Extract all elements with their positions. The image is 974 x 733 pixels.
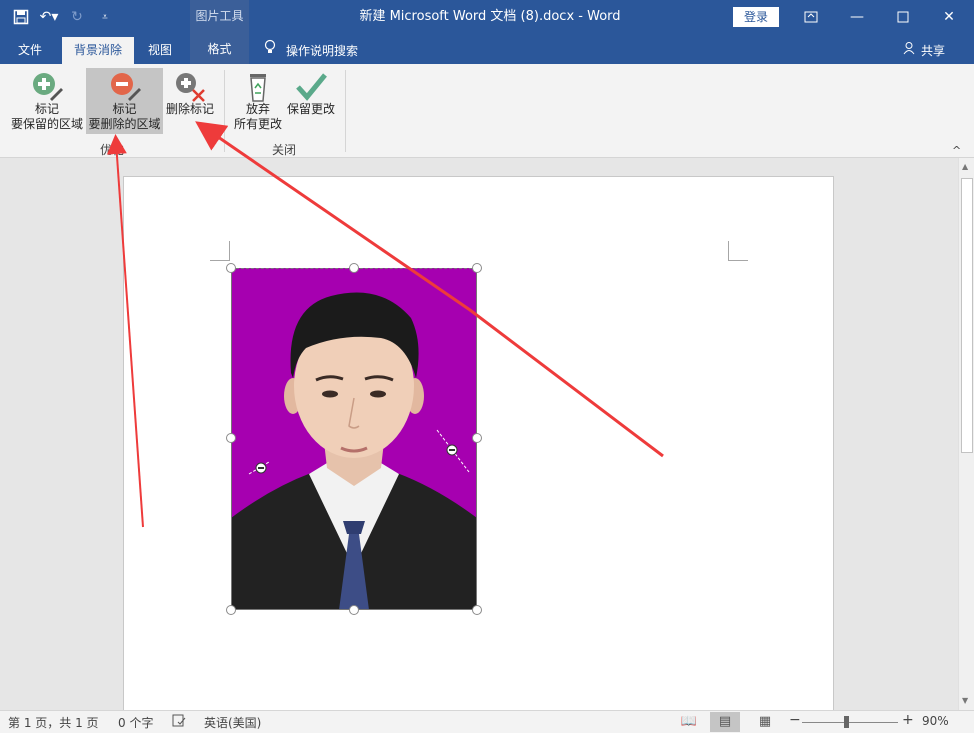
keep-changes-label: 保留更改 — [286, 102, 335, 116]
delete-mark-label: 删除标记 — [165, 102, 214, 116]
tab-file[interactable]: 文件 — [8, 37, 52, 64]
mark-keep-line1: 标记 — [34, 102, 59, 116]
mark-remove-line1: 标记 — [112, 102, 137, 116]
word-count[interactable]: 0 个字 — [118, 714, 153, 731]
document-page[interactable] — [123, 176, 834, 710]
delete-mark-icon — [176, 73, 205, 102]
zoom-slider-thumb[interactable] — [844, 716, 849, 728]
title-bar: ↶▾ ↻ ⩡ 图片工具 新建 Microsoft Word 文档 (8).doc… — [0, 0, 974, 34]
language-indicator[interactable]: 英语(美国) — [204, 714, 261, 731]
tab-format[interactable]: 格式 — [190, 34, 249, 64]
collapse-ribbon-icon[interactable]: ^ — [952, 144, 961, 157]
proofing-icon[interactable] — [172, 714, 186, 730]
redo-icon[interactable]: ↻ — [66, 6, 88, 28]
login-button[interactable]: 登录 — [733, 7, 779, 27]
ribbon: 标记 要保留的区域 标记 要删除的区域 删除标记 优化 放弃 所有更改 保留更改… — [0, 64, 974, 158]
share-button[interactable]: 共享 — [903, 37, 945, 64]
print-layout-icon[interactable]: ▤ — [710, 712, 740, 732]
quick-access-toolbar: ↶▾ ↻ ⩡ — [10, 6, 116, 28]
person-icon — [903, 38, 917, 64]
discard-all-changes-button[interactable]: 放弃 所有更改 — [232, 68, 284, 134]
read-mode-icon[interactable]: 📖 — [674, 712, 704, 732]
delete-mark-button[interactable]: 删除标记 — [163, 68, 217, 134]
resize-handle[interactable] — [472, 433, 482, 443]
ribbon-tab-bar: 文件 背景消除 视图 格式 操作说明搜索 共享 — [0, 34, 974, 64]
group-label-refine: 优化 — [99, 143, 124, 157]
resize-handle[interactable] — [349, 263, 359, 273]
resize-handle[interactable] — [226, 263, 236, 273]
share-label: 共享 — [921, 43, 946, 58]
tab-view[interactable]: 视图 — [138, 37, 182, 64]
portrait-photo[interactable] — [231, 268, 477, 610]
group-separator — [345, 70, 346, 152]
tell-me-label: 操作说明搜索 — [286, 43, 359, 58]
close-icon[interactable]: ✕ — [926, 0, 972, 34]
margin-corner-mark — [210, 241, 230, 261]
ribbon-display-icon[interactable] — [788, 0, 834, 34]
resize-handle[interactable] — [226, 605, 236, 615]
zoom-slider[interactable] — [802, 722, 898, 723]
resize-handle[interactable] — [472, 605, 482, 615]
document-title: 新建 Microsoft Word 文档 (8).docx - Word — [359, 9, 621, 24]
resize-handle[interactable] — [226, 433, 236, 443]
zoom-out-icon[interactable]: − — [789, 712, 801, 728]
group-separator — [224, 70, 225, 152]
lightbulb-icon — [264, 38, 276, 64]
plus-pencil-icon — [33, 73, 63, 101]
minimize-icon[interactable]: — — [834, 0, 880, 34]
mark-keep-line2: 要保留的区域 — [10, 117, 83, 131]
discard-line2: 所有更改 — [233, 117, 282, 131]
save-icon[interactable] — [10, 6, 32, 28]
customize-qat-icon[interactable]: ⩡ — [94, 6, 116, 28]
recycle-bin-icon — [250, 74, 266, 102]
tell-me-search[interactable]: 操作说明搜索 — [264, 37, 358, 64]
maximize-icon[interactable] — [880, 0, 926, 34]
checkmark-icon — [296, 73, 327, 101]
mark-remove-line2: 要删除的区域 — [88, 117, 161, 131]
zoom-in-icon[interactable]: + — [902, 712, 914, 728]
minus-pencil-icon — [110, 73, 141, 101]
mark-areas-to-remove-button[interactable]: 标记 要删除的区域 — [86, 68, 163, 134]
group-label-close: 关闭 — [271, 143, 296, 157]
discard-line1: 放弃 — [245, 102, 270, 116]
page-count[interactable]: 第 1 页，共 1 页 — [8, 714, 99, 731]
resize-handle[interactable] — [349, 605, 359, 615]
vertical-scrollbar[interactable]: ▲ ▼ — [958, 158, 974, 710]
scroll-down-icon[interactable]: ▼ — [962, 696, 968, 705]
picture-tools-context-group: 图片工具 — [190, 0, 249, 34]
tab-background-removal[interactable]: 背景消除 — [62, 37, 134, 64]
keep-changes-button[interactable]: 保留更改 — [284, 68, 338, 134]
undo-icon[interactable]: ↶▾ — [38, 6, 60, 28]
resize-handle[interactable] — [472, 263, 482, 273]
status-bar: 第 1 页，共 1 页 0 个字 英语(美国) 📖 ▤ ▦ − + 90% — [0, 710, 974, 733]
mark-areas-to-keep-button[interactable]: 标记 要保留的区域 — [8, 68, 86, 134]
scrollbar-thumb[interactable] — [961, 178, 973, 453]
web-layout-icon[interactable]: ▦ — [750, 712, 780, 732]
margin-corner-mark — [728, 241, 748, 261]
scroll-up-icon[interactable]: ▲ — [962, 162, 968, 171]
zoom-level[interactable]: 90% — [922, 714, 949, 728]
selection-frame — [231, 268, 477, 610]
